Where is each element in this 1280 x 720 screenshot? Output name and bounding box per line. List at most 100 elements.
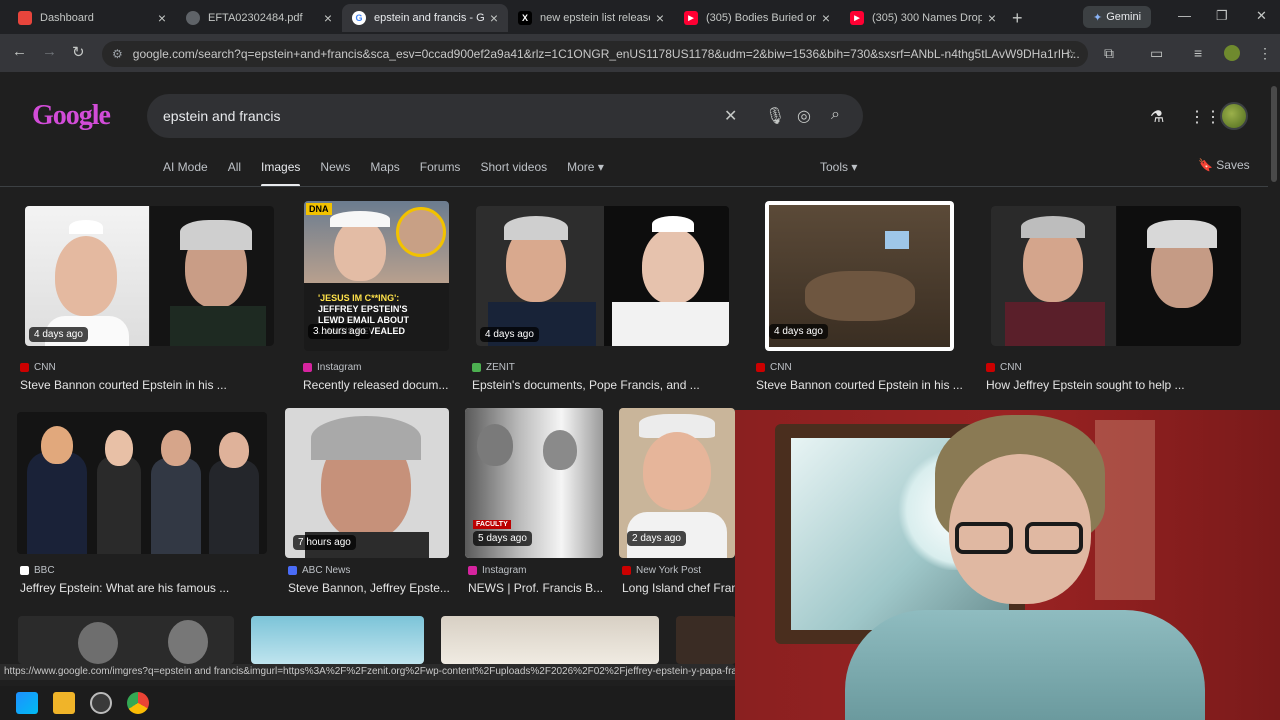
- forward-button[interactable]: →: [42, 43, 57, 60]
- apps-grid-icon[interactable]: ⋮⋮: [1189, 107, 1221, 127]
- gemini-button[interactable]: ✦ Gemini: [1083, 6, 1151, 28]
- globe-icon: [186, 11, 200, 25]
- close-icon[interactable]: ×: [988, 10, 996, 26]
- result-caption[interactable]: Long Island chef Fran: [622, 581, 738, 595]
- google-logo[interactable]: Google: [32, 100, 111, 132]
- close-icon[interactable]: ×: [490, 10, 498, 26]
- extensions-icon[interactable]: ⧉: [1104, 45, 1114, 62]
- back-button[interactable]: ←: [12, 43, 27, 60]
- result-caption[interactable]: Steve Bannon courted Epstein in his ...: [756, 378, 976, 392]
- search-input[interactable]: epstein and francis: [147, 94, 863, 138]
- close-icon[interactable]: ×: [324, 10, 332, 26]
- reload-button[interactable]: ↻: [72, 43, 85, 61]
- scrollbar-thumb[interactable]: [1271, 86, 1277, 182]
- start-icon[interactable]: [16, 692, 38, 714]
- close-icon[interactable]: ×: [158, 10, 166, 26]
- result-thumbnail[interactable]: 4 days ago: [25, 206, 274, 346]
- image-result[interactable]: DNA 'JESUS IM C**ING': JEFFREY EPSTEIN'S…: [303, 201, 449, 392]
- result-thumbnail[interactable]: FACULTY 5 days ago: [465, 408, 603, 558]
- address-bar[interactable]: ⚙ google.com/search?q=epstein+and+franci…: [102, 41, 1088, 67]
- tab-google-search[interactable]: G epstein and francis - Go ×: [342, 4, 508, 32]
- screen: Dashboard × EFTA02302484.pdf × G epstein…: [0, 0, 1280, 720]
- tab-news[interactable]: News: [320, 160, 350, 174]
- account-avatar[interactable]: [1220, 102, 1248, 130]
- site-info-icon[interactable]: ⚙: [112, 47, 123, 61]
- chrome-icon[interactable]: [127, 692, 149, 714]
- bookmark-star-icon[interactable]: ☆: [1065, 47, 1076, 61]
- result-thumbnail[interactable]: [18, 616, 234, 664]
- cnn-icon: [756, 363, 765, 372]
- tab-pdf[interactable]: EFTA02302484.pdf ×: [176, 4, 342, 32]
- tab-maps[interactable]: Maps: [370, 160, 399, 174]
- result-thumbnail[interactable]: DNA 'JESUS IM C**ING': JEFFREY EPSTEIN'S…: [304, 201, 449, 351]
- result-thumbnail[interactable]: [17, 412, 267, 554]
- result-thumbnail[interactable]: [251, 616, 424, 664]
- result-source: Instagram: [468, 565, 526, 576]
- tab-youtube-2[interactable]: ▶ (305) 300 Names Dropp ×: [840, 4, 1006, 32]
- webcam-overlay: [735, 410, 1280, 720]
- mic-icon[interactable]: 🎙: [765, 106, 785, 126]
- tab-title: (305) Bodies Buried on: [706, 12, 816, 24]
- result-source: ABC News: [288, 565, 350, 576]
- restore-icon[interactable]: ❐: [1216, 8, 1228, 24]
- minimize-icon[interactable]: —: [1178, 8, 1191, 23]
- result-caption[interactable]: Epstein's documents, Pope Francis, and .…: [472, 378, 732, 392]
- image-result[interactable]: 4 days ago CNN Steve Bannon courted Epst…: [756, 201, 963, 392]
- result-caption[interactable]: Steve Bannon courted Epstein in his ...: [20, 378, 280, 392]
- tab-more[interactable]: More ▾: [567, 160, 604, 174]
- nypost-icon: [622, 566, 631, 575]
- profile-avatar[interactable]: [1224, 45, 1240, 61]
- image-result[interactable]: CNN How Jeffrey Epstein sought to help .…: [986, 206, 1241, 392]
- tools-button[interactable]: Tools ▾: [820, 160, 857, 174]
- search-icon[interactable]: ⌕: [831, 106, 840, 124]
- gemini-icon: ✦: [1092, 11, 1103, 24]
- result-thumbnail[interactable]: 7 hours ago: [285, 408, 449, 558]
- result-thumbnail[interactable]: [991, 206, 1241, 346]
- result-source: New York Post: [622, 565, 701, 576]
- result-caption[interactable]: Steve Bannon, Jeffrey Epste...: [288, 581, 453, 595]
- saves-button[interactable]: 🔖 Saves: [1198, 158, 1250, 172]
- tab-all[interactable]: All: [228, 160, 241, 174]
- result-caption[interactable]: Jeffrey Epstein: What are his famous ...: [20, 581, 270, 595]
- result-caption[interactable]: NEWS | Prof. Francis B...: [468, 581, 608, 595]
- result-caption[interactable]: Recently released docum...: [303, 378, 453, 392]
- url-text: google.com/search?q=epstein+and+francis&…: [132, 47, 1080, 61]
- window-close-icon[interactable]: ✕: [1256, 8, 1267, 24]
- zenit-icon: [472, 363, 481, 372]
- age-badge: 7 hours ago: [293, 535, 356, 550]
- reading-list-icon[interactable]: ≡: [1194, 45, 1202, 61]
- tab-images[interactable]: Images: [261, 160, 301, 187]
- header-divider: [0, 186, 1268, 187]
- result-thumbnail[interactable]: 4 days ago: [476, 206, 729, 346]
- tab-short-videos[interactable]: Short videos: [480, 160, 547, 174]
- image-result[interactable]: FACULTY 5 days ago Instagram NEWS | Prof…: [465, 408, 603, 595]
- tab-dashboard[interactable]: Dashboard ×: [8, 4, 176, 32]
- image-result[interactable]: BBC Jeffrey Epstein: What are his famous…: [17, 412, 270, 595]
- image-result[interactable]: 4 days ago CNN Steve Bannon courted Epst…: [20, 206, 274, 392]
- image-result[interactable]: 4 days ago ZENIT Epstein's documents, Po…: [472, 206, 729, 392]
- google-icon: G: [352, 11, 366, 25]
- close-icon[interactable]: ×: [656, 10, 664, 26]
- age-badge: 3 hours ago: [308, 324, 371, 339]
- result-thumbnail[interactable]: 2 days ago: [619, 408, 735, 558]
- file-explorer-icon[interactable]: [53, 692, 75, 714]
- labs-flask-icon[interactable]: ⚗: [1150, 107, 1164, 127]
- menu-icon[interactable]: ⋮: [1258, 45, 1272, 62]
- tab-youtube-1[interactable]: ▶ (305) Bodies Buried on ×: [674, 4, 840, 32]
- result-thumbnail[interactable]: [441, 616, 659, 664]
- new-tab-button[interactable]: +: [1012, 8, 1023, 29]
- clear-icon[interactable]: ✕: [724, 106, 737, 126]
- result-caption[interactable]: How Jeffrey Epstein sought to help ...: [986, 378, 1241, 392]
- cast-icon[interactable]: ▭: [1150, 45, 1163, 62]
- close-icon[interactable]: ×: [822, 10, 830, 26]
- tab-forums[interactable]: Forums: [420, 160, 461, 174]
- result-thumbnail[interactable]: [676, 616, 736, 664]
- image-result[interactable]: 7 hours ago ABC News Steve Bannon, Jeffr…: [285, 408, 450, 595]
- settings-icon[interactable]: [90, 692, 112, 714]
- result-thumbnail[interactable]: 4 days ago: [765, 201, 954, 351]
- tab-ai-mode[interactable]: AI Mode: [163, 160, 208, 174]
- tab-x-post[interactable]: X new epstein list release ×: [508, 4, 674, 32]
- image-result[interactable]: 2 days ago New York Post Long Island che…: [619, 408, 738, 595]
- lens-icon[interactable]: ◎: [797, 106, 811, 126]
- youtube-icon: ▶: [850, 11, 864, 25]
